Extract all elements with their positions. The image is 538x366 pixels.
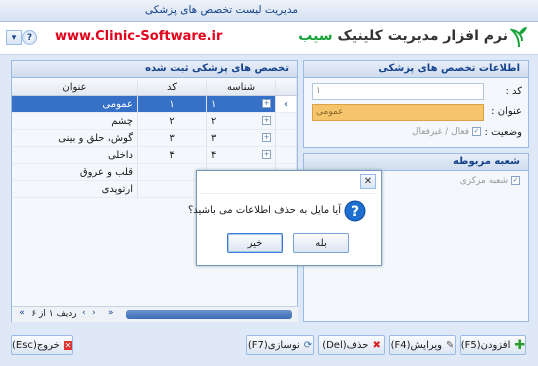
help-icon: ? (26, 33, 33, 43)
table-row[interactable]: › + ١ ١ عمومی (12, 95, 297, 113)
refresh-button[interactable]: ⟳ نوسازی(F7) (246, 335, 314, 355)
title-label: عنوان : (491, 106, 522, 117)
checkbox-checked-icon: ✓ (471, 127, 481, 136)
confirm-delete-dialog: ✕ ? آیا مایل به حذف اطلاعات می باشید؟ بل… (188, 170, 382, 266)
svg-text:?: ? (351, 204, 359, 220)
table-row[interactable]: + ٣ ٣ گوش، حلق و بینی (12, 129, 297, 147)
record-position: ردیف ١ از ۶ (31, 309, 77, 319)
table-row[interactable]: + ٢ ٢ چشم (12, 112, 297, 130)
help-button[interactable]: ? (22, 30, 37, 45)
dialog-close-button[interactable]: ✕ (360, 174, 376, 189)
add-button[interactable]: ✚ افزودن(F5) (460, 335, 526, 355)
edit-button[interactable]: ✎ ویرایش(F4) (389, 335, 456, 355)
expand-icon[interactable]: + (262, 99, 271, 108)
column-header-id[interactable]: شناسه (206, 79, 276, 96)
exit-icon: ✕ (63, 340, 72, 350)
delete-button[interactable]: ✖ حذف(Del) (318, 335, 385, 355)
horizontal-scrollbar[interactable] (126, 310, 292, 319)
window-title: مديريت ليست تخصص های پزشکی (144, 4, 298, 16)
leaf-icon (510, 27, 527, 48)
app-logo: نرم افزار مدیریت کلینیک سیب (298, 24, 530, 52)
next-record-icon[interactable]: › (92, 308, 104, 321)
question-icon: ? (344, 200, 366, 222)
specialty-info-panel: اطلاعات تخصص های پزشکی کد : ١ عنوان : عم… (303, 60, 529, 148)
column-header-title[interactable]: عنوان (12, 79, 138, 96)
column-header-code[interactable]: کد (137, 79, 207, 96)
title-bar: مديريت ليست تخصص های پزشکی (0, 0, 538, 22)
code-field[interactable]: ١ (312, 83, 484, 100)
record-navigator: « ردیف ١ از ۶ ‹ › » (12, 306, 298, 322)
exit-button[interactable]: ✕ خروج(Esc) (11, 335, 73, 355)
info-panel-title: اطلاعات تخصص های پزشکی (304, 61, 528, 78)
title-field[interactable]: عمومی (312, 104, 484, 121)
logo-text: نرم افزار مدیریت کلینیک (332, 28, 508, 44)
add-icon: ✚ (514, 337, 526, 353)
logo-brand: سیب (298, 28, 333, 44)
code-label: کد : (505, 86, 522, 97)
dialog-message: آیا مایل به حذف اطلاعات می باشید؟ (188, 205, 341, 216)
current-row-arrow-icon: › (275, 95, 297, 113)
minimize-icon: ▾ (11, 33, 17, 43)
no-button[interactable]: خیر (227, 233, 283, 253)
status-checkbox[interactable]: ✓ فعال / غیرفعال (412, 127, 481, 137)
expand-icon[interactable]: + (262, 150, 271, 159)
last-record-icon[interactable]: » (108, 308, 122, 321)
status-label: وضعیت : (484, 127, 522, 138)
branch-panel-title: شعبه مربوطه (304, 154, 528, 171)
expand-icon[interactable]: + (262, 133, 271, 142)
minimize-button[interactable]: ▾ (6, 30, 22, 45)
yes-button[interactable]: بله (293, 233, 349, 253)
close-icon: ✕ (363, 176, 373, 187)
website-url[interactable]: www.Clinic-Software.ir (55, 29, 222, 44)
expand-icon[interactable]: + (262, 116, 271, 125)
delete-icon: ✖ (372, 339, 381, 351)
branch-checkbox[interactable]: ✓ شعبه مرکزی (460, 176, 520, 186)
list-panel-title: تخصص های پزشکی ثبت شده (12, 61, 297, 78)
first-record-icon[interactable]: « (12, 308, 32, 321)
checkbox-checked-icon: ✓ (511, 176, 520, 185)
edit-icon: ✎ (446, 339, 455, 351)
refresh-icon: ⟳ (303, 339, 313, 351)
row-indicator-header (275, 79, 297, 96)
table-row[interactable]: + ۴ ۴ داخلی (12, 146, 297, 164)
